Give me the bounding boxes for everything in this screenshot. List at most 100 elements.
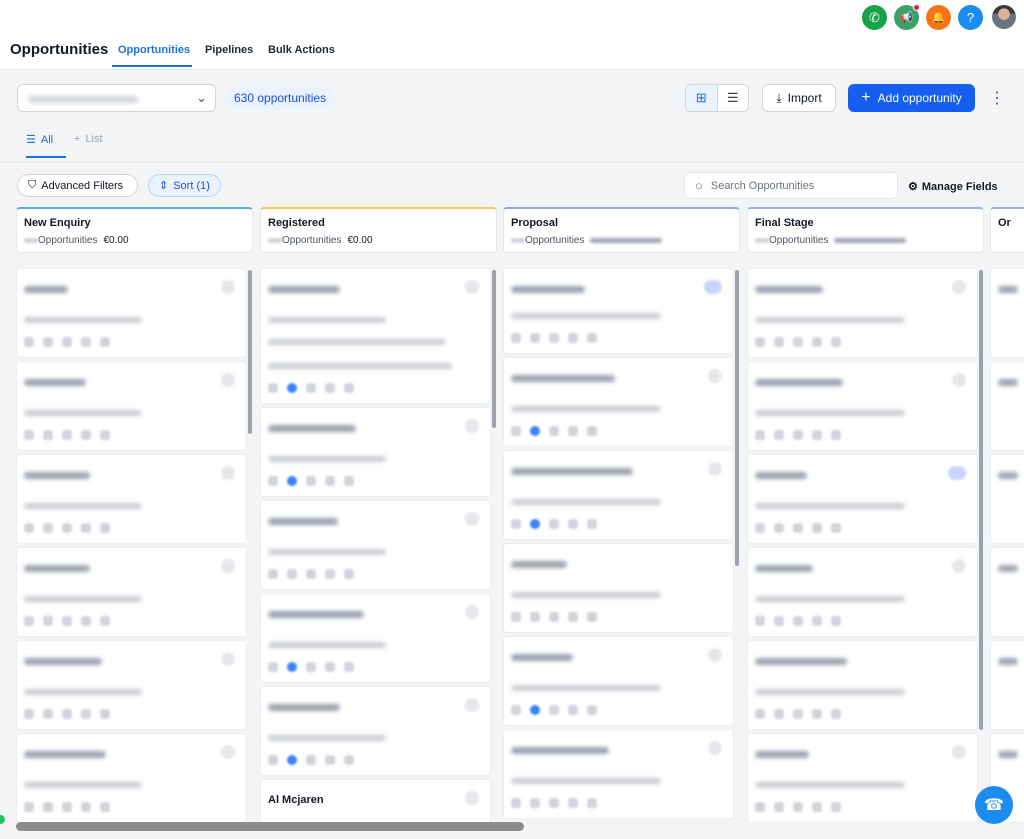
tag-icon[interactable]	[287, 755, 297, 765]
opportunity-card[interactable]	[260, 500, 491, 590]
calendar-icon[interactable]	[344, 662, 354, 672]
calendar-icon[interactable]	[587, 333, 597, 343]
megaphone-icon[interactable]: 📢	[894, 4, 920, 30]
opportunity-card[interactable]	[747, 733, 978, 823]
opportunity-card[interactable]: Al Mcjaren	[260, 779, 491, 826]
add-opportunity-button[interactable]: + Add opportunity	[848, 84, 975, 112]
opportunity-card[interactable]	[990, 640, 1024, 730]
opportunity-card[interactable]	[503, 636, 734, 726]
note-icon[interactable]	[549, 705, 559, 715]
chat-icon[interactable]	[755, 616, 765, 626]
task-icon[interactable]	[812, 802, 822, 812]
opportunity-card[interactable]	[260, 407, 491, 497]
tab-opportunities[interactable]: Opportunities	[118, 44, 190, 56]
sort-button[interactable]: ⇕ Sort (1)	[148, 174, 221, 197]
chat-icon[interactable]	[511, 612, 521, 622]
calendar-icon[interactable]	[100, 523, 110, 533]
chat-icon[interactable]	[24, 337, 34, 347]
note-icon[interactable]	[62, 802, 72, 812]
column-scrollbar[interactable]	[979, 270, 983, 730]
note-icon[interactable]	[306, 569, 316, 579]
opportunity-card[interactable]	[16, 268, 247, 358]
task-icon[interactable]	[81, 616, 91, 626]
note-icon[interactable]	[549, 333, 559, 343]
task-icon[interactable]	[325, 476, 335, 486]
task-icon[interactable]	[568, 798, 578, 808]
chat-icon[interactable]	[268, 755, 278, 765]
column-scrollbar[interactable]	[735, 270, 739, 566]
calendar-icon[interactable]	[100, 709, 110, 719]
note-icon[interactable]	[549, 612, 559, 622]
calendar-icon[interactable]	[831, 523, 841, 533]
opportunity-card[interactable]	[503, 268, 734, 354]
task-icon[interactable]	[81, 337, 91, 347]
opportunity-card[interactable]	[503, 450, 734, 540]
opportunity-card[interactable]	[990, 268, 1024, 358]
horizontal-scrollbar[interactable]	[16, 822, 524, 831]
grid-view-icon[interactable]: ⊞	[686, 85, 718, 111]
tab-all[interactable]: ☰ All	[26, 133, 53, 147]
tag-icon[interactable]	[530, 612, 540, 622]
opportunity-card[interactable]	[503, 543, 734, 633]
phone-icon[interactable]: ✆	[862, 5, 887, 30]
task-icon[interactable]	[81, 802, 91, 812]
chat-icon[interactable]	[24, 802, 34, 812]
tag-icon[interactable]	[287, 569, 297, 579]
calendar-icon[interactable]	[100, 337, 110, 347]
task-icon[interactable]	[568, 333, 578, 343]
tag-icon[interactable]	[774, 709, 784, 719]
task-icon[interactable]	[812, 430, 822, 440]
note-icon[interactable]	[793, 523, 803, 533]
tab-bulk-actions[interactable]: Bulk Actions	[268, 44, 335, 56]
task-icon[interactable]	[812, 616, 822, 626]
pipeline-select[interactable]: ⌄	[17, 84, 216, 112]
tag-icon[interactable]	[774, 337, 784, 347]
chat-icon[interactable]	[268, 662, 278, 672]
task-icon[interactable]	[812, 709, 822, 719]
task-icon[interactable]	[81, 709, 91, 719]
chat-icon[interactable]	[755, 430, 765, 440]
search-input[interactable]	[710, 179, 881, 192]
opportunity-card[interactable]	[747, 640, 978, 730]
tag-icon[interactable]	[287, 383, 297, 393]
advanced-filters-button[interactable]: ⛉ Advanced Filters	[17, 174, 138, 197]
avatar[interactable]	[992, 5, 1016, 29]
calendar-icon[interactable]	[100, 802, 110, 812]
calendar-icon[interactable]	[587, 705, 597, 715]
chat-icon[interactable]	[755, 523, 765, 533]
task-icon[interactable]	[568, 519, 578, 529]
note-icon[interactable]	[62, 709, 72, 719]
task-icon[interactable]	[325, 755, 335, 765]
calendar-icon[interactable]	[831, 616, 841, 626]
tag-icon[interactable]	[43, 337, 53, 347]
opportunity-card[interactable]	[747, 547, 978, 637]
calendar-icon[interactable]	[831, 430, 841, 440]
tag-icon[interactable]	[43, 616, 53, 626]
task-icon[interactable]	[568, 426, 578, 436]
chat-icon[interactable]	[268, 569, 278, 579]
note-icon[interactable]	[793, 337, 803, 347]
opportunity-card[interactable]	[260, 268, 491, 404]
opportunity-card[interactable]	[16, 733, 247, 823]
calendar-icon[interactable]	[831, 802, 841, 812]
opportunity-card[interactable]	[747, 454, 978, 544]
note-icon[interactable]	[62, 337, 72, 347]
tag-icon[interactable]	[774, 802, 784, 812]
tag-icon[interactable]	[774, 523, 784, 533]
calendar-icon[interactable]	[587, 798, 597, 808]
opportunity-card[interactable]	[747, 268, 978, 358]
chat-icon[interactable]	[268, 476, 278, 486]
note-icon[interactable]	[793, 430, 803, 440]
task-icon[interactable]	[812, 523, 822, 533]
bell-icon[interactable]: 🔔	[926, 5, 951, 30]
tag-icon[interactable]	[287, 476, 297, 486]
tag-icon[interactable]	[530, 798, 540, 808]
chat-icon[interactable]	[511, 798, 521, 808]
note-icon[interactable]	[793, 709, 803, 719]
chat-icon[interactable]	[511, 519, 521, 529]
opportunity-card[interactable]	[990, 361, 1024, 451]
chat-icon[interactable]	[755, 802, 765, 812]
calendar-icon[interactable]	[831, 337, 841, 347]
task-icon[interactable]	[325, 383, 335, 393]
tab-pipelines[interactable]: Pipelines	[205, 44, 253, 56]
